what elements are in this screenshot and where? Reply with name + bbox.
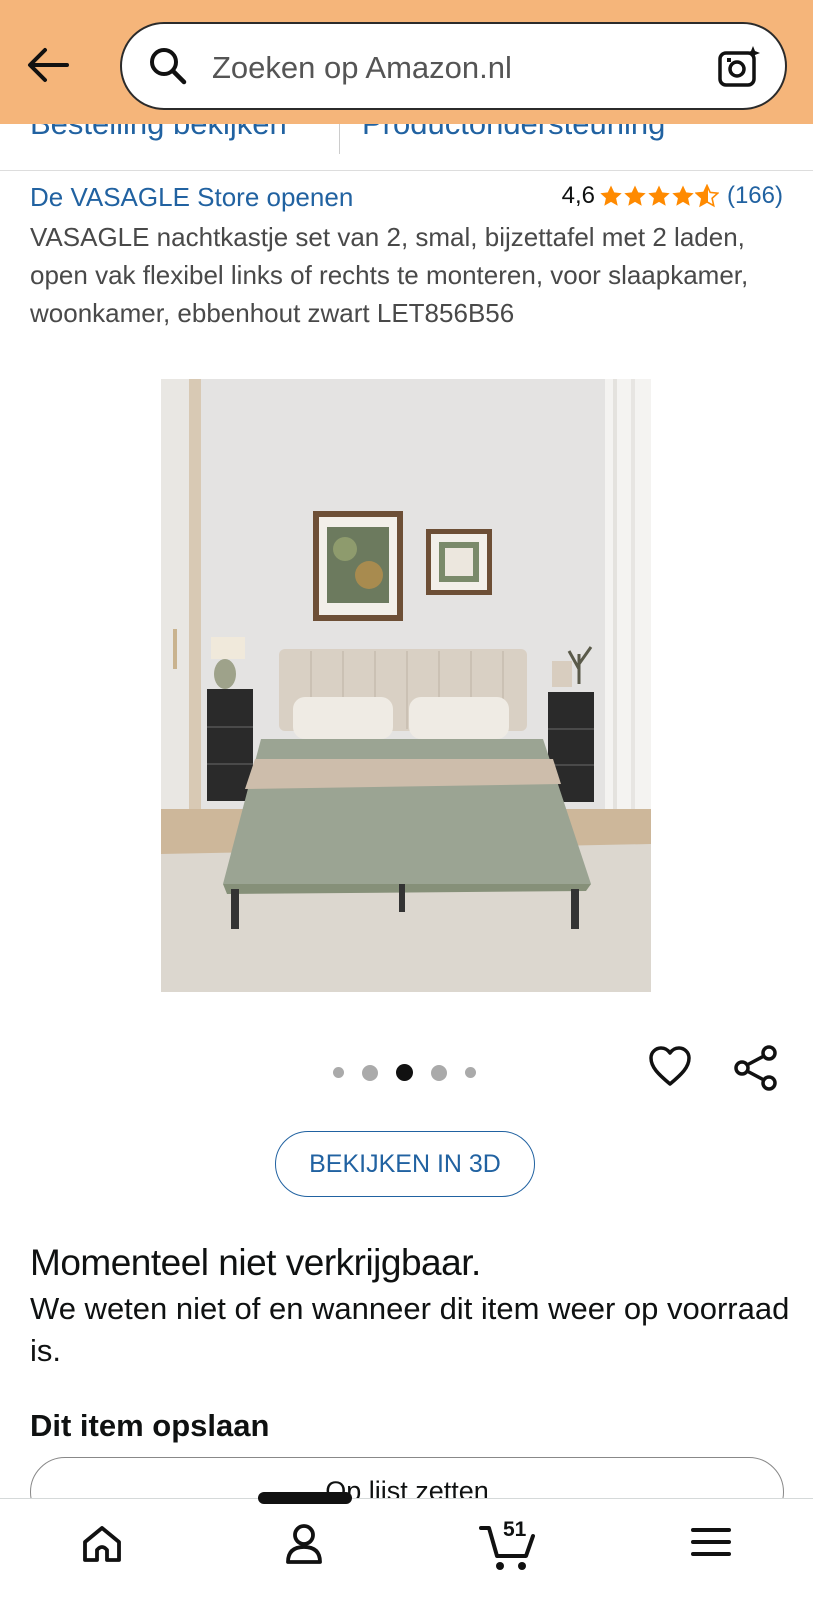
view-3d-button[interactable]: BEKIJKEN IN 3D <box>275 1131 535 1197</box>
home-button[interactable] <box>80 1522 124 1571</box>
drag-handle[interactable] <box>258 1492 352 1504</box>
save-item-heading: Dit item opslaan <box>30 1408 270 1443</box>
search-icon <box>148 46 188 91</box>
menu-icon <box>691 1528 731 1556</box>
order-subnav: Bestelling bekijken Productondersteuning <box>0 124 813 171</box>
availability-text: We weten niet of en wanneer dit item wee… <box>30 1291 790 1368</box>
cart-count-badge: 51 <box>503 1518 527 1541</box>
availability-heading: Momenteel niet verkrijgbaar. <box>30 1242 481 1283</box>
app-header: Zoeken op Amazon.nl <box>0 0 813 124</box>
half-star-icon <box>694 184 719 208</box>
camera-search-icon[interactable] <box>717 44 763 95</box>
menu-button[interactable] <box>690 1522 732 1567</box>
subnav-divider <box>339 124 340 154</box>
view-order-link[interactable]: Bestelling bekijken <box>30 124 287 142</box>
wishlist-button[interactable] <box>648 1045 692 1092</box>
product-title: VASAGLE nachtkastje set van 2, smal, bij… <box>30 222 749 328</box>
star-icon <box>600 185 622 206</box>
product-image[interactable] <box>161 379 651 992</box>
home-icon <box>83 1526 121 1562</box>
store-link[interactable]: De VASAGLE Store openen <box>30 182 353 213</box>
arrow-left-icon <box>28 48 69 82</box>
star-icon <box>624 185 646 206</box>
search-input[interactable]: Zoeken op Amazon.nl <box>212 50 512 86</box>
heart-icon <box>649 1046 691 1086</box>
star-icon <box>672 185 694 206</box>
star-rating <box>599 184 719 208</box>
image-pager[interactable] <box>333 1064 494 1081</box>
share-button[interactable] <box>733 1045 779 1096</box>
pager-dot[interactable] <box>333 1067 344 1078</box>
star-icon <box>648 185 670 206</box>
back-button[interactable] <box>22 40 72 90</box>
share-icon <box>734 1045 777 1091</box>
product-support-link[interactable]: Productondersteuning <box>362 124 665 142</box>
pager-dot-active[interactable] <box>396 1064 413 1081</box>
search-bar[interactable]: Zoeken op Amazon.nl <box>120 22 787 110</box>
review-count[interactable]: (166) <box>727 182 783 210</box>
rating-value: 4,6 <box>561 182 595 209</box>
pager-dot[interactable] <box>362 1064 378 1081</box>
rating-summary[interactable]: 4,6 (166) <box>562 182 783 210</box>
account-button[interactable] <box>284 1522 324 1571</box>
pager-dot[interactable] <box>465 1067 476 1078</box>
pager-dot[interactable] <box>431 1064 447 1081</box>
account-icon <box>286 1524 322 1564</box>
